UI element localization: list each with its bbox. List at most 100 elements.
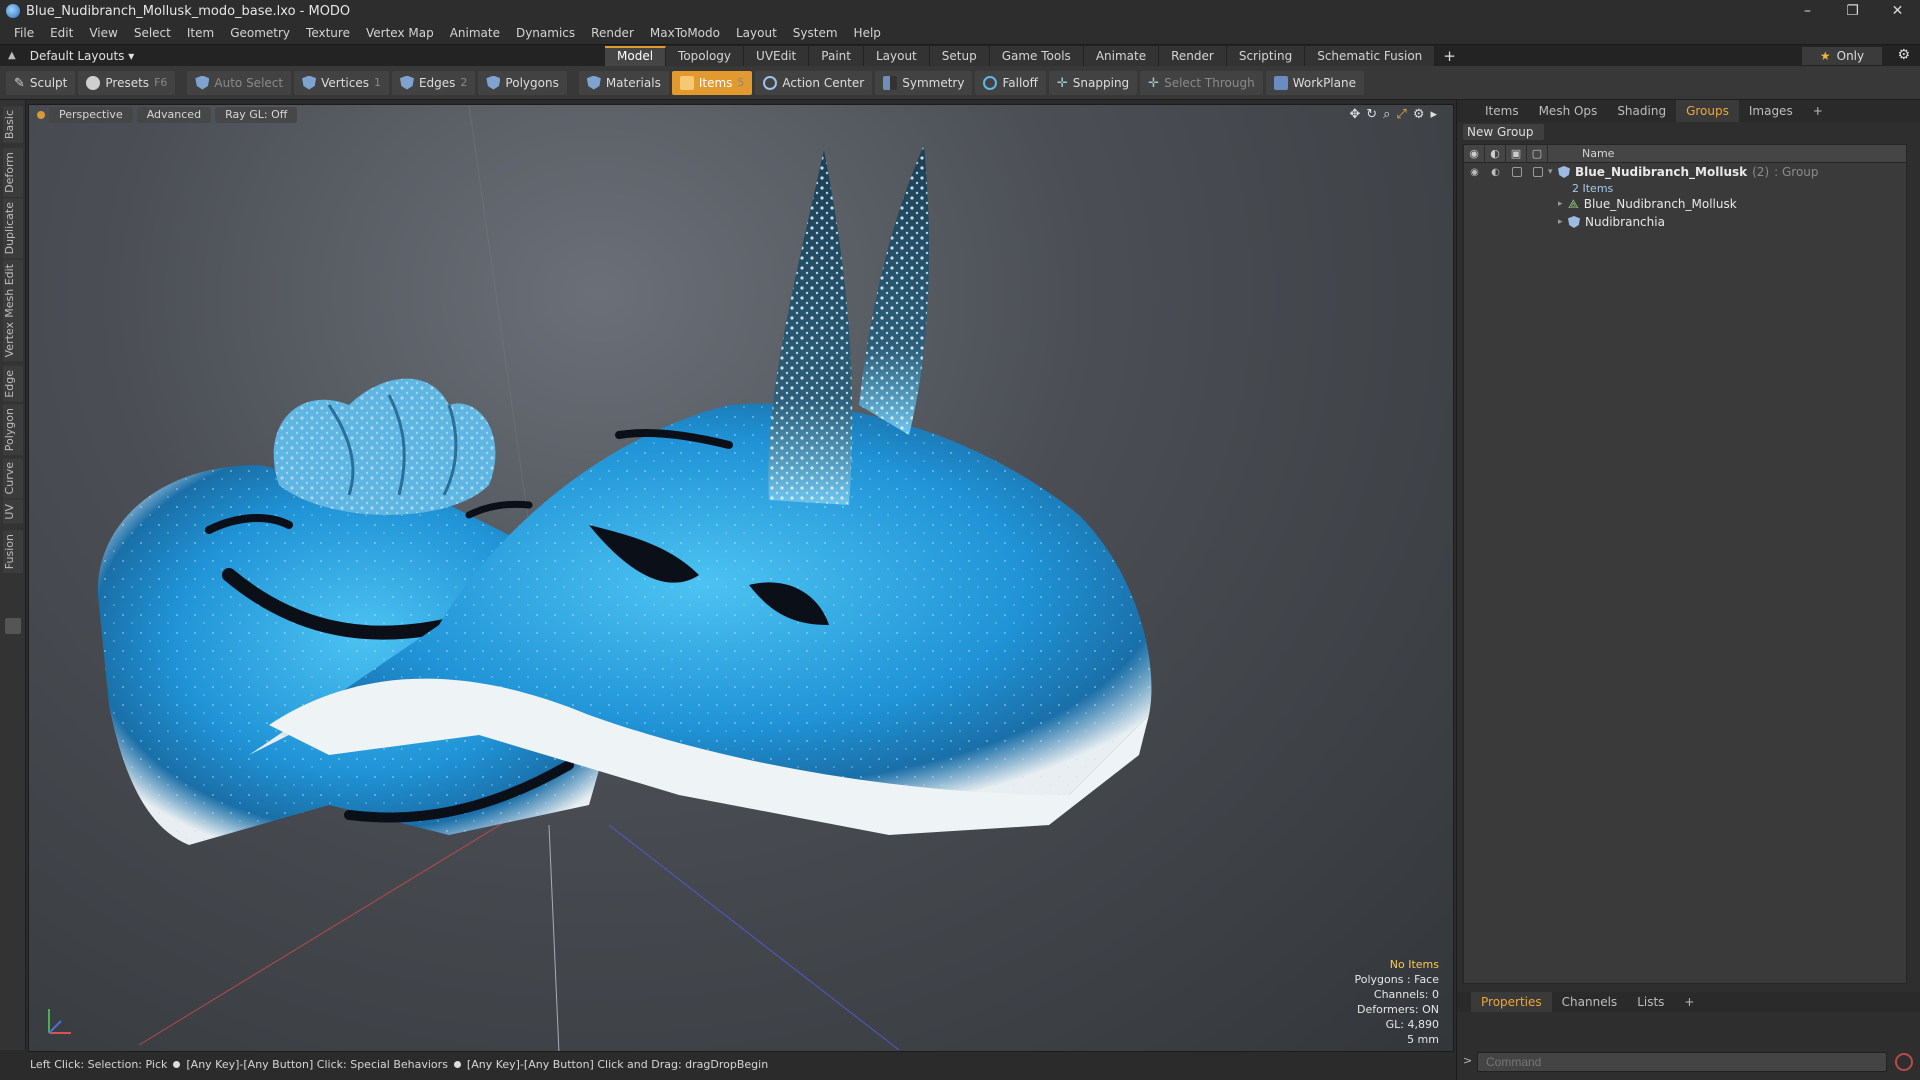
render-column-icon[interactable]: ◐	[1485, 144, 1506, 163]
presets-button[interactable]: Presets F6	[78, 70, 176, 95]
select-through-button[interactable]: ✛ Select Through	[1140, 70, 1263, 95]
menu-system[interactable]: System	[785, 22, 846, 44]
view-type-button[interactable]: Perspective	[49, 107, 133, 123]
tab-lists[interactable]: Lists	[1627, 992, 1674, 1012]
shading-mode-button[interactable]: Advanced	[136, 107, 212, 123]
menu-help[interactable]: Help	[846, 22, 889, 44]
workplane-button[interactable]: WorkPlane	[1265, 70, 1364, 95]
menu-animate[interactable]: Animate	[442, 22, 508, 44]
menu-vertex-map[interactable]: Vertex Map	[358, 22, 442, 44]
render-toggle-icon[interactable]: ◐	[1485, 163, 1506, 181]
vtab-deform[interactable]: Deform	[3, 148, 23, 197]
vtab-polygon[interactable]: Polygon	[3, 404, 23, 456]
tab-properties[interactable]: Properties	[1471, 992, 1552, 1012]
vtab-vertex[interactable]: Vertex	[3, 318, 23, 362]
raygl-toggle[interactable]: Ray GL: Off	[215, 107, 298, 123]
tab-shading[interactable]: Shading	[1607, 100, 1676, 122]
tab-images[interactable]: Images	[1739, 100, 1803, 122]
lock-checkbox[interactable]	[1506, 163, 1527, 181]
tab-channels[interactable]: Channels	[1552, 992, 1628, 1012]
zoom-icon[interactable]: ⌕	[1383, 107, 1390, 122]
collapse-arrow-icon[interactable]: ▾	[1548, 167, 1558, 177]
tab-topology[interactable]: Topology	[666, 46, 745, 66]
visibility-eye-icon[interactable]: ◉	[1464, 163, 1485, 181]
edges-button[interactable]: Edges 2	[391, 70, 476, 95]
polygons-button[interactable]: Polygons	[478, 70, 567, 95]
tab-animate[interactable]: Animate	[1083, 46, 1160, 66]
panel-toggle-button[interactable]	[5, 618, 21, 634]
3d-viewport[interactable]: Perspective Advanced Ray GL: Off ✥ ↻ ⌕ ⤢…	[28, 104, 1454, 1052]
select-column-icon[interactable]: ▢	[1527, 144, 1548, 163]
viewport-settings-icon[interactable]: ⚙	[1413, 107, 1425, 122]
rotate-icon[interactable]: ↻	[1366, 107, 1377, 122]
action-center-button[interactable]: Action Center	[755, 70, 873, 95]
menu-file[interactable]: File	[6, 22, 42, 44]
menu-select[interactable]: Select	[126, 22, 179, 44]
fit-icon[interactable]: ⤢	[1396, 107, 1406, 122]
lock-column-icon[interactable]: ▣	[1506, 144, 1527, 163]
add-panel-tab-button[interactable]: +	[1803, 100, 1833, 122]
materials-button[interactable]: Materials	[578, 70, 669, 95]
add-tab-button[interactable]: +	[1435, 46, 1465, 66]
maximize-button[interactable]: ❐	[1830, 0, 1875, 22]
menu-texture[interactable]: Texture	[298, 22, 358, 44]
new-group-button[interactable]: New Group	[1463, 124, 1544, 140]
expand-arrow-icon[interactable]: ▸	[1558, 217, 1568, 227]
tab-schematic-fusion[interactable]: Schematic Fusion	[1305, 46, 1436, 66]
falloff-button[interactable]: Falloff	[975, 70, 1046, 95]
vtab-basic[interactable]: Basic	[3, 106, 23, 144]
tab-game-tools[interactable]: Game Tools	[989, 46, 1084, 66]
tab-groups[interactable]: Groups	[1676, 100, 1739, 122]
pan-icon[interactable]: ✥	[1349, 107, 1360, 122]
menu-geometry[interactable]: Geometry	[222, 22, 298, 44]
vtab-uv[interactable]: UV	[3, 500, 23, 524]
close-button[interactable]: ✕	[1875, 0, 1920, 22]
menu-maxtomodo[interactable]: MaxToModo	[642, 22, 728, 44]
tree-row-group[interactable]: ◉ ◐ ▾ Blue_Nudibranch_Mollusk (2) : Grou…	[1464, 163, 1906, 181]
tab-uvedit[interactable]: UVEdit	[744, 46, 810, 66]
only-toggle[interactable]: ★ Only	[1802, 47, 1882, 65]
symmetry-button[interactable]: Symmetry	[875, 70, 973, 95]
tab-render[interactable]: Render	[1159, 46, 1227, 66]
tab-items[interactable]: Items	[1475, 100, 1529, 122]
auto-select-button[interactable]: Auto Select	[187, 70, 292, 95]
minimize-button[interactable]: –	[1785, 0, 1830, 22]
select-through-icon: ✛	[1148, 75, 1160, 91]
visibility-column-icon[interactable]: ◉	[1464, 144, 1485, 163]
menu-dynamics[interactable]: Dynamics	[508, 22, 583, 44]
vtab-mesh-edit[interactable]: Mesh Edit	[3, 260, 23, 322]
tab-setup[interactable]: Setup	[929, 46, 990, 66]
menu-layout[interactable]: Layout	[728, 22, 785, 44]
vertices-button[interactable]: Vertices 1	[294, 70, 389, 95]
select-checkbox[interactable]	[1527, 163, 1548, 181]
menu-edit[interactable]: Edit	[42, 22, 81, 44]
sculpt-button[interactable]: ✎ Sculpt	[6, 70, 76, 95]
tab-layout[interactable]: Layout	[863, 46, 930, 66]
vtab-edge[interactable]: Edge	[3, 366, 23, 402]
menu-view[interactable]: View	[81, 22, 125, 44]
tree-row-material[interactable]: ▸ Nudibranchia	[1464, 213, 1906, 231]
command-stop-icon[interactable]	[1895, 1053, 1913, 1071]
vtab-curve[interactable]: Curve	[3, 458, 23, 499]
viewport-menu-dot[interactable]	[37, 111, 45, 119]
command-history-arrow-icon[interactable]: >	[1463, 1054, 1472, 1067]
tab-mesh-ops[interactable]: Mesh Ops	[1529, 100, 1608, 122]
tab-paint[interactable]: Paint	[809, 46, 864, 66]
snapping-button[interactable]: ✛ Snapping	[1048, 70, 1138, 95]
expand-arrow-icon[interactable]: ▸	[1558, 199, 1568, 209]
vtab-duplicate[interactable]: Duplicate	[3, 198, 23, 259]
tab-scripting[interactable]: Scripting	[1226, 46, 1306, 66]
viewport-expand-icon[interactable]: ▸	[1430, 107, 1437, 122]
layout-selector[interactable]: ▲ Default Layouts ▾	[0, 45, 240, 67]
menu-render[interactable]: Render	[583, 22, 642, 44]
tree-row-mesh[interactable]: ▸ ⟁ Blue_Nudibranch_Mollusk	[1464, 195, 1906, 213]
menu-item[interactable]: Item	[179, 22, 222, 44]
expand-up-icon[interactable]: ▲	[8, 50, 16, 61]
tab-model[interactable]: Model	[605, 46, 667, 66]
command-input[interactable]	[1477, 1052, 1887, 1072]
name-column-header[interactable]: Name	[1582, 147, 1614, 160]
vtab-fusion[interactable]: Fusion	[3, 530, 23, 574]
add-properties-tab-button[interactable]: +	[1674, 992, 1704, 1012]
gear-icon[interactable]: ⚙	[1897, 47, 1910, 63]
items-button[interactable]: Items 5	[671, 70, 753, 95]
